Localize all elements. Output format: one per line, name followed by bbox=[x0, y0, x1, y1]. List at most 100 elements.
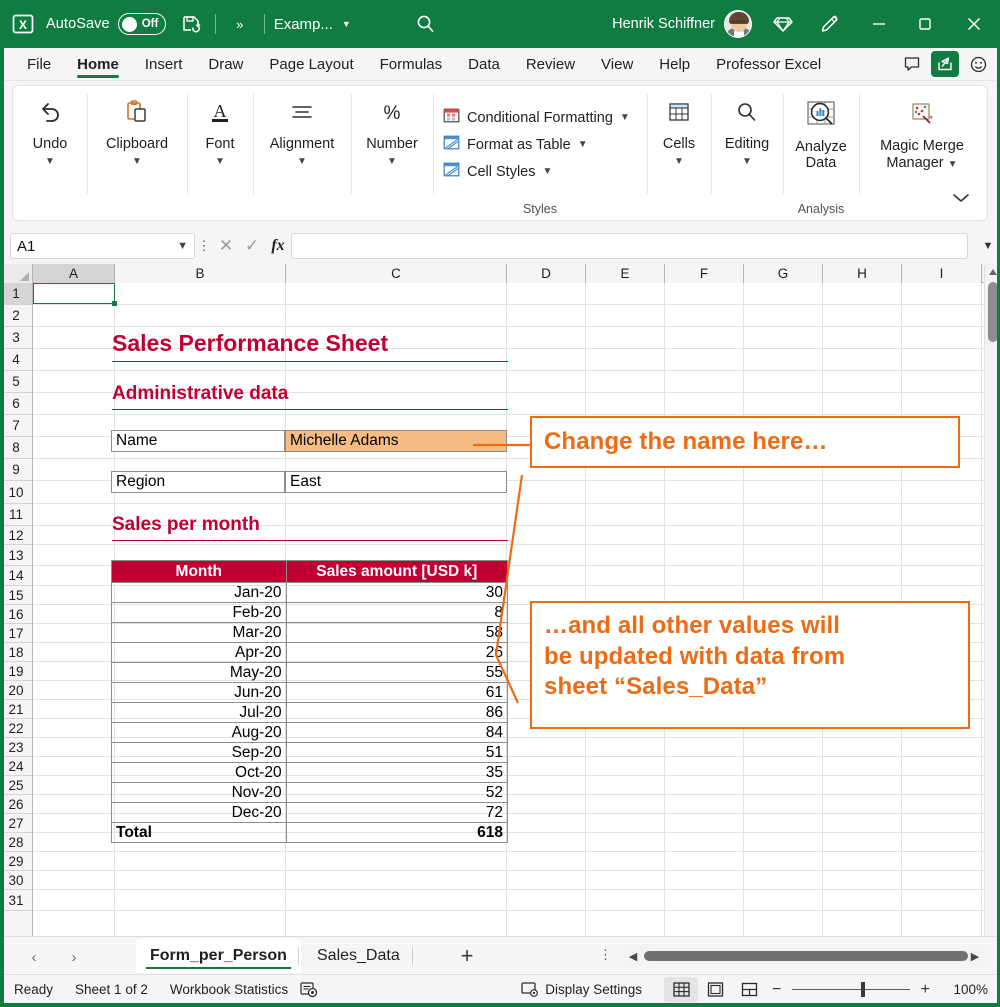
more-commands-icon[interactable]: » bbox=[223, 7, 257, 41]
row-header-22[interactable]: 22 bbox=[0, 719, 32, 738]
column-header-F[interactable]: F bbox=[665, 264, 744, 283]
row-header-16[interactable]: 16 bbox=[0, 605, 32, 624]
ribbon-group-undo[interactable]: Undo ▼ bbox=[13, 86, 87, 220]
search-icon[interactable] bbox=[409, 7, 443, 41]
normal-view-button[interactable] bbox=[664, 977, 698, 1002]
minimize-icon[interactable] bbox=[856, 0, 902, 48]
row-header-5[interactable]: 5 bbox=[0, 371, 32, 393]
chevron-down-icon[interactable]: ▼ bbox=[45, 156, 55, 167]
chevron-down-icon[interactable]: ▼ bbox=[742, 156, 752, 167]
column-header-D[interactable]: D bbox=[507, 264, 586, 283]
column-header-B[interactable]: B bbox=[115, 264, 286, 283]
diamond-icon[interactable] bbox=[766, 7, 800, 41]
chevron-down-icon[interactable]: ▼ bbox=[297, 156, 307, 167]
name-box[interactable]: A1 ▼ bbox=[10, 233, 195, 259]
page-break-view-button[interactable] bbox=[732, 977, 766, 1002]
close-icon[interactable] bbox=[948, 0, 1000, 48]
share-icon[interactable] bbox=[931, 51, 959, 77]
row-header-4[interactable]: 4 bbox=[0, 349, 32, 371]
conditional-formatting-button[interactable]: Conditional Formatting ▼ bbox=[443, 107, 630, 128]
previous-sheet-button[interactable]: ‹ bbox=[20, 945, 48, 969]
zoom-out-button[interactable]: − bbox=[772, 981, 781, 999]
column-header-I[interactable]: I bbox=[902, 264, 982, 283]
row-header-29[interactable]: 29 bbox=[0, 852, 32, 871]
row-header-18[interactable]: 18 bbox=[0, 643, 32, 662]
active-cell-A1[interactable] bbox=[33, 283, 117, 306]
display-settings-icon[interactable] bbox=[521, 981, 541, 998]
ribbon-group-clipboard[interactable]: Clipboard ▼ bbox=[87, 86, 187, 220]
chevron-down-icon[interactable]: ▼ bbox=[674, 156, 684, 167]
row-header-27[interactable]: 27 bbox=[0, 814, 32, 833]
row-header-15[interactable]: 15 bbox=[0, 586, 32, 605]
row-header-13[interactable]: 13 bbox=[0, 545, 32, 566]
designer-pen-icon[interactable] bbox=[812, 7, 846, 41]
column-header-G[interactable]: G bbox=[744, 264, 823, 283]
row-header-28[interactable]: 28 bbox=[0, 833, 32, 852]
sheet-tab-sales-data[interactable]: Sales_Data bbox=[303, 939, 414, 973]
field-value-region[interactable]: East bbox=[285, 471, 507, 493]
next-sheet-button[interactable]: › bbox=[60, 945, 88, 969]
ribbon-group-cells[interactable]: Cells ▼ bbox=[647, 86, 711, 220]
row-header-10[interactable]: 10 bbox=[0, 481, 32, 504]
row-header-6[interactable]: 6 bbox=[0, 393, 32, 415]
format-as-table-button[interactable]: Format as Table ▼ bbox=[443, 134, 630, 155]
save-icon[interactable] bbox=[174, 7, 208, 41]
tab-home[interactable]: Home bbox=[64, 54, 132, 80]
tab-review[interactable]: Review bbox=[513, 54, 588, 80]
insert-function-icon[interactable]: fx bbox=[265, 237, 291, 255]
column-header-H[interactable]: H bbox=[823, 264, 902, 283]
horizontal-scroll-thumb[interactable] bbox=[644, 951, 968, 961]
ribbon-group-font[interactable]: A Font ▼ bbox=[187, 86, 253, 220]
zoom-track[interactable] bbox=[792, 988, 910, 991]
autosave-toggle[interactable]: Off bbox=[117, 13, 166, 35]
add-sheet-button[interactable]: + bbox=[453, 943, 481, 968]
tab-data[interactable]: Data bbox=[455, 54, 513, 80]
sheet-canvas[interactable]: Sales Performance Sheet Administrative d… bbox=[33, 283, 1000, 936]
chevron-down-icon[interactable]: ▼ bbox=[948, 159, 958, 170]
chevron-down-icon[interactable]: ▼ bbox=[342, 19, 351, 29]
chevron-down-icon[interactable]: ▼ bbox=[543, 166, 553, 177]
tab-insert[interactable]: Insert bbox=[132, 54, 196, 80]
chevron-down-icon[interactable]: ▼ bbox=[387, 156, 397, 167]
horizontal-scrollbar[interactable]: ◀ ▶ bbox=[624, 946, 984, 966]
row-header-17[interactable]: 17 bbox=[0, 624, 32, 643]
cell-styles-button[interactable]: Cell Styles ▼ bbox=[443, 161, 630, 182]
sheet-options-icon[interactable]: ⋮ bbox=[599, 947, 612, 963]
page-layout-view-button[interactable] bbox=[698, 977, 732, 1002]
more-options-icon[interactable]: ⋮ bbox=[195, 238, 213, 254]
zoom-level[interactable]: 100% bbox=[936, 982, 988, 997]
row-header-23[interactable]: 23 bbox=[0, 738, 32, 757]
sheet-tab-form-per-person[interactable]: Form_per_Person bbox=[136, 939, 301, 973]
zoom-in-button[interactable]: + bbox=[921, 981, 930, 999]
smiley-icon[interactable] bbox=[964, 51, 992, 77]
cancel-x-icon[interactable]: ✕ bbox=[213, 236, 239, 256]
tab-view[interactable]: View bbox=[588, 54, 646, 80]
row-header-21[interactable]: 21 bbox=[0, 700, 32, 719]
tab-formulas[interactable]: Formulas bbox=[367, 54, 456, 80]
avatar[interactable] bbox=[724, 10, 752, 38]
scroll-right-icon[interactable]: ▶ bbox=[968, 949, 982, 963]
ribbon-group-number[interactable]: % Number ▼ bbox=[351, 86, 433, 220]
chevron-down-icon[interactable]: ▼ bbox=[132, 156, 142, 167]
row-header-19[interactable]: 19 bbox=[0, 662, 32, 681]
row-header-14[interactable]: 14 bbox=[0, 566, 32, 586]
ribbon-group-alignment[interactable]: Alignment ▼ bbox=[253, 86, 351, 220]
tab-page-layout[interactable]: Page Layout bbox=[256, 54, 366, 80]
status-workbook-statistics[interactable]: Workbook Statistics bbox=[170, 982, 288, 997]
column-header-C[interactable]: C bbox=[286, 264, 507, 283]
zoom-handle[interactable] bbox=[861, 982, 865, 997]
row-header-31[interactable]: 31 bbox=[0, 890, 32, 911]
row-header-3[interactable]: 3 bbox=[0, 327, 32, 349]
display-settings-label[interactable]: Display Settings bbox=[545, 982, 642, 997]
row-header-8[interactable]: 8 bbox=[0, 437, 32, 459]
row-header-7[interactable]: 7 bbox=[0, 415, 32, 437]
document-title[interactable]: Examp... bbox=[274, 16, 333, 33]
row-header-11[interactable]: 11 bbox=[0, 504, 32, 526]
row-header-26[interactable]: 26 bbox=[0, 795, 32, 814]
tab-draw[interactable]: Draw bbox=[195, 54, 256, 80]
maximize-icon[interactable] bbox=[902, 0, 948, 48]
tab-help[interactable]: Help bbox=[646, 54, 703, 80]
row-header-25[interactable]: 25 bbox=[0, 776, 32, 795]
select-all-corner[interactable] bbox=[0, 264, 33, 283]
ribbon-group-editing[interactable]: Editing ▼ bbox=[711, 86, 783, 220]
